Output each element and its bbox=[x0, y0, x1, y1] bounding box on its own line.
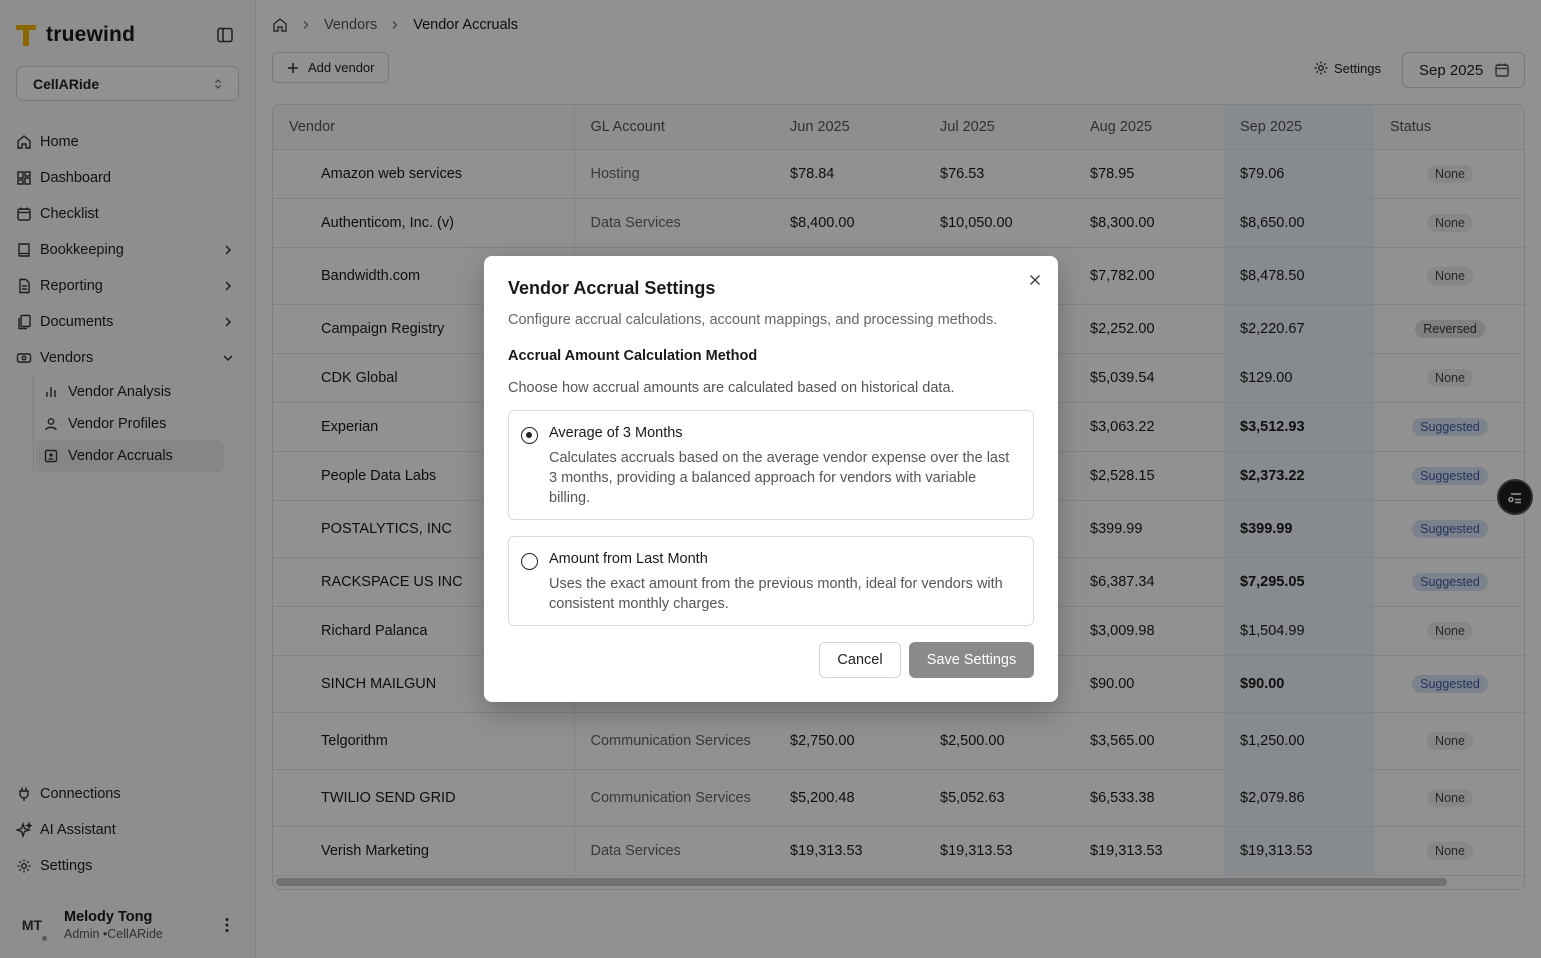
option-description: Calculates accruals based on the average… bbox=[549, 450, 1010, 506]
option-last-month[interactable]: Amount from Last Month Uses the exact am… bbox=[508, 536, 1034, 626]
section-description: Choose how accrual amounts are calculate… bbox=[508, 380, 955, 396]
cancel-button[interactable]: Cancel bbox=[819, 642, 901, 678]
option-title: Amount from Last Month bbox=[549, 551, 708, 567]
option-average-3-months[interactable]: Average of 3 Months Calculates accruals … bbox=[508, 410, 1034, 520]
close-icon[interactable] bbox=[1027, 272, 1043, 288]
option-title: Average of 3 Months bbox=[549, 425, 683, 441]
radio-average-3-months[interactable] bbox=[521, 427, 538, 444]
save-settings-button[interactable]: Save Settings bbox=[909, 642, 1034, 678]
dialog-title: Vendor Accrual Settings bbox=[508, 278, 716, 298]
section-title: Accrual Amount Calculation Method bbox=[508, 348, 758, 364]
radio-last-month[interactable] bbox=[521, 553, 538, 570]
dialog-description: Configure accrual calculations, account … bbox=[508, 312, 998, 328]
option-description: Uses the exact amount from the previous … bbox=[549, 576, 1003, 612]
vendor-accrual-settings-dialog: Vendor Accrual Settings Configure accrua… bbox=[484, 256, 1058, 702]
